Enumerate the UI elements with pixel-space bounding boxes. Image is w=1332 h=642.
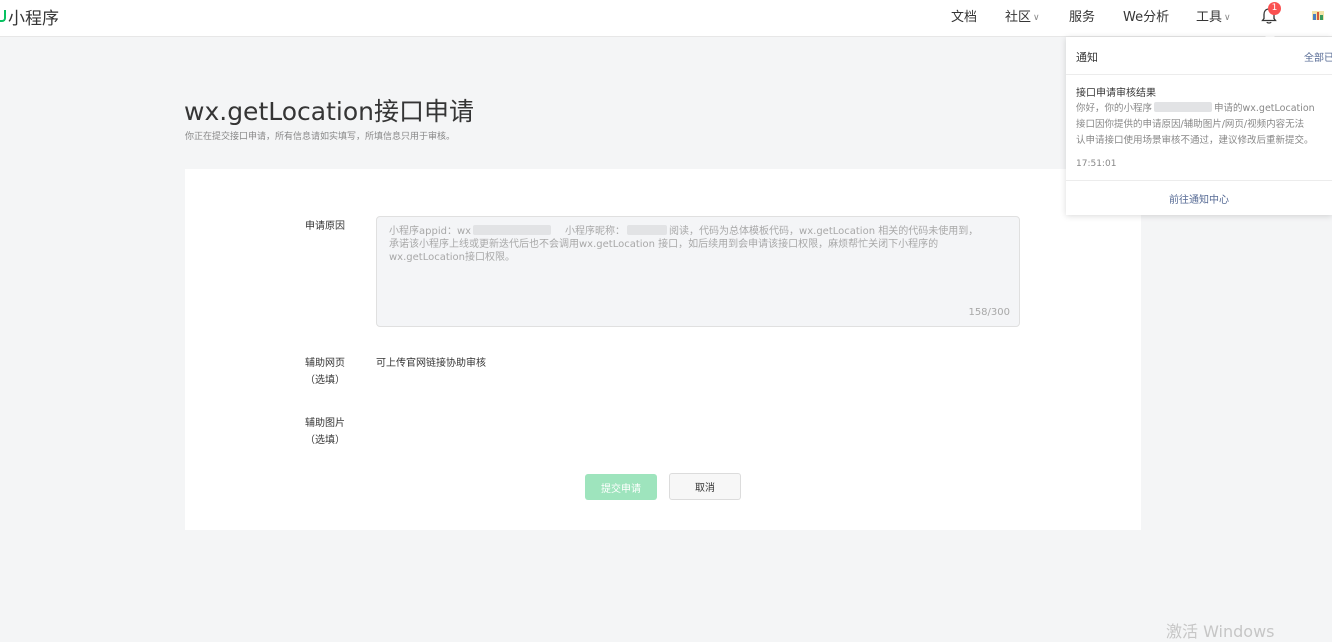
nav-we-analysis[interactable]: We分析	[1123, 6, 1169, 25]
notification-body-line1-end: 申请的wx.getLocation	[1214, 103, 1315, 114]
webpage-label: 辅助网页 （选填）	[303, 355, 347, 389]
chevron-down-icon: ∨	[1224, 13, 1231, 23]
windows-activation-watermark: 激活 Windows	[1166, 622, 1275, 641]
reason-textarea[interactable]: 小程序appid：wx 小程序昵称： 阅读，代码为总体模板代码，wx.getLoca…	[376, 216, 1020, 327]
mark-all-read-link[interactable]: 全部已读	[1304, 49, 1332, 64]
notification-panel-header: 通知 全部已读	[1066, 37, 1332, 75]
redacted-miniprogram-name	[1154, 102, 1213, 112]
reason-text: 小程序appid：wx 小程序昵称： 阅读，代码为总体模板代码，wx.getLoca…	[389, 225, 1004, 264]
submit-button[interactable]: 提交申请	[585, 474, 657, 500]
nav-services[interactable]: 服务	[1069, 6, 1095, 25]
notification-panel: 通知 全部已读 接口申请审核结果 你好，你的小程序 申请的wx.getLocati…	[1066, 37, 1332, 215]
redacted-appid	[473, 225, 552, 235]
reason-text-line2: 承诺该小程序上线或更新迭代后也不会调用wx.getLocation 接口，如后续…	[389, 239, 939, 250]
webpage-label-text: 辅助网页	[305, 358, 345, 369]
notification-body-line3: 认申请接口使用场景审核不通过，建议修改后重新提交。	[1076, 135, 1314, 146]
redacted-nickname	[627, 225, 668, 235]
nav-docs[interactable]: 文档	[951, 6, 977, 25]
reason-text-appid: 小程序appid：wx	[389, 226, 472, 237]
avatar[interactable]	[1311, 8, 1325, 22]
webpage-optional-text: （选填）	[305, 375, 345, 386]
notification-item-body: 你好，你的小程序 申请的wx.getLocation 接口因你提供的申请原因/辅助…	[1076, 101, 1332, 149]
reason-text-line3: wx.getLocation接口权限。	[389, 252, 515, 263]
nav-community[interactable]: 社区 ∨	[1005, 6, 1040, 25]
notification-body-line1-start: 你好，你的小程序	[1076, 103, 1153, 114]
reason-char-counter: 158/300	[968, 307, 1010, 318]
reason-text-nickname: 小程序昵称：	[565, 226, 626, 237]
application-form-card: 申请原因 小程序appid：wx 小程序昵称： 阅读，代码为总体模板代码，wx.ge…	[185, 169, 1141, 530]
top-navigation-bar: 小程序 文档 社区 ∨ 服务 We分析 工具 ∨ 1	[0, 0, 1332, 37]
page-title: wx.getLocation接口申请	[184, 97, 474, 126]
nav-community-label: 社区	[1005, 10, 1032, 25]
logo-icon	[0, 10, 6, 22]
webpage-hint: 可上传官网链接协助审核	[376, 358, 486, 369]
notification-item[interactable]: 接口申请审核结果 你好，你的小程序 申请的wx.getLocation 接口因你提…	[1066, 75, 1332, 181]
notification-panel-title: 通知	[1076, 51, 1098, 64]
image-label: 辅助图片 （选填）	[303, 415, 347, 449]
nav-tools[interactable]: 工具 ∨	[1196, 6, 1231, 25]
nav-tools-label: 工具	[1196, 10, 1223, 25]
image-optional-text: （选填）	[305, 435, 345, 446]
notification-badge: 1	[1268, 2, 1281, 15]
brand-label: 小程序	[8, 9, 59, 29]
page-subtitle: 你正在提交接口申请，所有信息请如实填写，所填信息只用于审核。	[185, 132, 456, 142]
notification-center-link[interactable]: 前往通知中心	[1066, 191, 1332, 206]
reason-label: 申请原因	[305, 221, 345, 232]
notification-body-line2: 接口因你提供的申请原因/辅助图片/网页/视频内容无法	[1076, 119, 1305, 130]
image-label-text: 辅助图片	[305, 418, 345, 429]
notification-item-title: 接口申请审核结果	[1076, 88, 1156, 99]
chevron-down-icon: ∨	[1033, 13, 1040, 23]
notification-item-time: 17:51:01	[1076, 159, 1117, 169]
brand-title[interactable]: 小程序	[0, 4, 59, 29]
reason-text-line1-rest: 阅读，代码为总体模板代码，wx.getLocation 相关的代码未使用到，	[669, 226, 979, 237]
cancel-button[interactable]: 取消	[669, 473, 741, 500]
